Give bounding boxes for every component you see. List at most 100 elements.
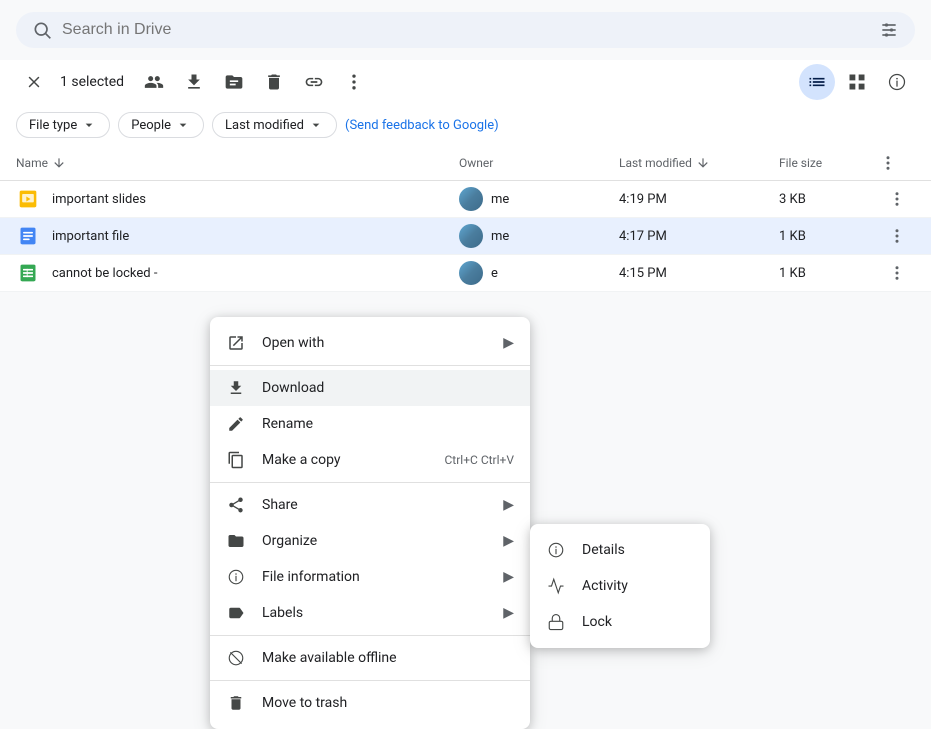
file-icon-slides xyxy=(16,187,40,211)
row-more-button[interactable] xyxy=(879,227,915,245)
rename-label: Rename xyxy=(262,416,514,432)
arrow-icon: ▶ xyxy=(503,605,514,621)
labels-label: Labels xyxy=(262,605,487,621)
selected-count: 1 selected xyxy=(60,74,124,90)
avatar xyxy=(459,224,483,248)
file-icon-docs xyxy=(16,224,40,248)
menu-divider xyxy=(210,680,530,681)
menu-divider xyxy=(210,635,530,636)
size-cell: 1 KB xyxy=(779,266,879,281)
lock-icon xyxy=(546,612,566,632)
toolbar: 1 selected xyxy=(0,60,931,104)
lock-label: Lock xyxy=(582,614,694,630)
file-info-submenu: Details Activity Lock xyxy=(530,524,710,648)
submenu-item-details[interactable]: Details xyxy=(530,532,710,568)
menu-divider xyxy=(210,482,530,483)
more-column-header xyxy=(879,154,915,172)
search-icon xyxy=(32,20,52,40)
arrow-icon: ▶ xyxy=(503,497,514,513)
file-icon-sheets xyxy=(16,261,40,285)
search-bar xyxy=(16,12,915,48)
people-filter[interactable]: People xyxy=(118,112,204,138)
file-info-label: File information xyxy=(262,569,487,585)
filter-bar: File type People Last modified (Send fee… xyxy=(0,104,931,146)
name-column-header[interactable]: Name xyxy=(16,156,459,170)
details-icon xyxy=(546,540,566,560)
file-name: cannot be locked - xyxy=(52,266,459,281)
make-copy-label: Make a copy xyxy=(262,452,429,468)
menu-item-offline[interactable]: Make available offline xyxy=(210,640,530,676)
last-modified-filter[interactable]: Last modified xyxy=(212,112,337,138)
menu-divider xyxy=(210,365,530,366)
row-more-button[interactable] xyxy=(879,190,915,208)
offline-label: Make available offline xyxy=(262,650,514,666)
submenu-item-activity[interactable]: Activity xyxy=(530,568,710,604)
arrow-icon: ▶ xyxy=(503,335,514,351)
file-type-filter[interactable]: File type xyxy=(16,112,110,138)
last-modified-label: Last modified xyxy=(225,118,304,133)
owner-cell: me xyxy=(459,224,619,248)
table-row[interactable]: cannot be locked - e 4:15 PM 1 KB xyxy=(0,255,931,292)
organize-icon xyxy=(226,531,246,551)
close-button[interactable] xyxy=(16,64,52,100)
size-column-header: File size xyxy=(779,156,879,170)
trash-label: Move to trash xyxy=(262,695,514,711)
owner-column-header: Owner xyxy=(459,156,619,170)
grid-view-button[interactable] xyxy=(839,64,875,100)
modified-cell: 4:15 PM xyxy=(619,266,779,281)
copy-shortcut: Ctrl+C Ctrl+V xyxy=(445,453,515,467)
download-icon xyxy=(226,378,246,398)
list-view-button[interactable] xyxy=(799,64,835,100)
link-button[interactable] xyxy=(296,64,332,100)
menu-item-download[interactable]: Download xyxy=(210,370,530,406)
offline-icon xyxy=(226,648,246,668)
share-icon xyxy=(226,495,246,515)
modified-cell: 4:19 PM xyxy=(619,192,779,207)
download-button[interactable] xyxy=(176,64,212,100)
menu-item-rename[interactable]: Rename xyxy=(210,406,530,442)
table-row[interactable]: important file me 4:17 PM 1 KB xyxy=(0,218,931,255)
menu-item-make-copy[interactable]: Make a copy Ctrl+C Ctrl+V xyxy=(210,442,530,478)
copy-icon xyxy=(226,450,246,470)
size-cell: 1 KB xyxy=(779,229,879,244)
arrow-icon: ▶ xyxy=(503,533,514,549)
info-circle-icon xyxy=(226,567,246,587)
info-button[interactable] xyxy=(879,64,915,100)
menu-item-open-with[interactable]: Open with ▶ xyxy=(210,325,530,361)
activity-icon xyxy=(546,576,566,596)
context-menu: Open with ▶ Download Rename Make a copy … xyxy=(210,317,530,729)
search-input[interactable] xyxy=(62,21,869,39)
arrow-icon: ▶ xyxy=(503,569,514,585)
feedback-link[interactable]: (Send feedback to Google) xyxy=(345,118,499,133)
row-more-button[interactable] xyxy=(879,264,915,282)
menu-item-labels[interactable]: Labels ▶ xyxy=(210,595,530,631)
filter-sliders-icon[interactable] xyxy=(879,20,899,40)
trash-icon xyxy=(226,693,246,713)
avatar xyxy=(459,187,483,211)
menu-item-file-info[interactable]: File information ▶ xyxy=(210,559,530,595)
submenu-item-lock[interactable]: Lock xyxy=(530,604,710,640)
size-cell: 3 KB xyxy=(779,192,879,207)
modified-column-header[interactable]: Last modified xyxy=(619,156,779,170)
add-person-button[interactable] xyxy=(136,64,172,100)
file-name: important file xyxy=(52,229,459,244)
toolbar-right xyxy=(799,64,915,100)
file-list-header: Name Owner Last modified File size xyxy=(0,146,931,181)
menu-item-trash[interactable]: Move to trash xyxy=(210,685,530,721)
rename-icon xyxy=(226,414,246,434)
open-with-icon xyxy=(226,333,246,353)
owner-cell: e xyxy=(459,261,619,285)
table-row[interactable]: important slides me 4:19 PM 3 KB xyxy=(0,181,931,218)
avatar xyxy=(459,261,483,285)
move-button[interactable] xyxy=(216,64,252,100)
more-options-button[interactable] xyxy=(336,64,372,100)
file-type-label: File type xyxy=(29,118,77,133)
file-list: Name Owner Last modified File size impor… xyxy=(0,146,931,292)
menu-item-organize[interactable]: Organize ▶ xyxy=(210,523,530,559)
menu-item-share[interactable]: Share ▶ xyxy=(210,487,530,523)
share-label: Share xyxy=(262,497,487,513)
trash-button[interactable] xyxy=(256,64,292,100)
details-label: Details xyxy=(582,542,694,558)
activity-label: Activity xyxy=(582,578,694,594)
label-icon xyxy=(226,603,246,623)
